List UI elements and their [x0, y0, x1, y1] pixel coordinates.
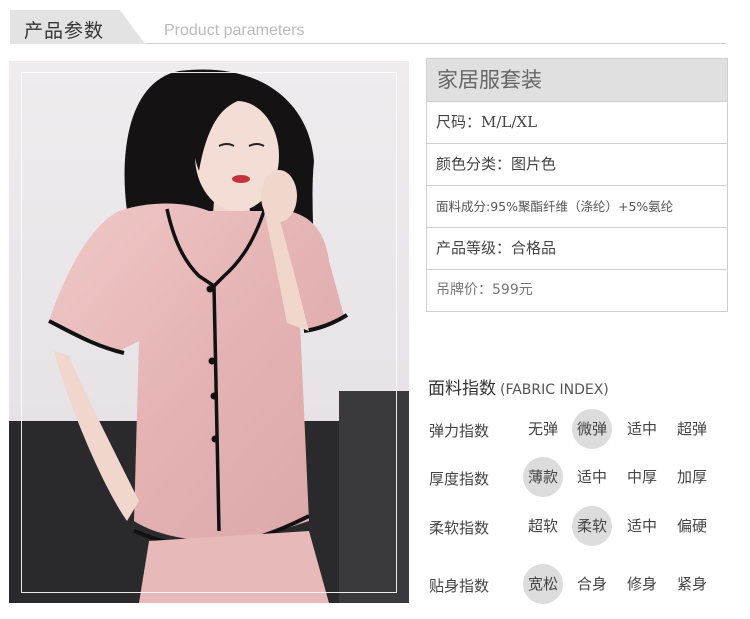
- thickness-option: 加厚: [676, 468, 707, 486]
- softness-label: 柔软指数: [429, 519, 490, 537]
- model-photo: [9, 61, 409, 603]
- softness-option: 适中: [626, 517, 657, 535]
- size-value: M/L/XL: [481, 113, 538, 131]
- softness-option: 偏硬: [676, 517, 707, 535]
- fit-option: 修身: [626, 575, 657, 593]
- section-title: 产品参数: [24, 20, 105, 42]
- thickness-label: 厚度指数: [429, 470, 490, 488]
- product-table: 家居服套装 尺码：M/L/XL 颜色分类：图片色 面料成分:95%聚酯纤维（涤纶…: [426, 58, 728, 312]
- fabric-index-title-cn: 面料指数: [428, 379, 496, 399]
- softness-option: 超软: [527, 517, 558, 535]
- softness-option-selected: 柔软: [572, 506, 612, 546]
- size-label: 尺码：: [436, 113, 482, 131]
- thickness-option: 中厚: [626, 468, 657, 486]
- material-row: 面料成分:95%聚酯纤维（涤纶）+5%氨纶: [427, 186, 727, 228]
- fit-option-selected: 宽松: [523, 564, 563, 604]
- section-subtitle: Product parameters: [164, 22, 305, 39]
- product-name: 家居服套装: [427, 59, 727, 102]
- grade-label: 产品等级：: [436, 239, 512, 257]
- color-value: 图片色: [511, 155, 557, 173]
- fit-option: 紧身: [676, 575, 707, 593]
- elasticity-option-selected: 微弹: [572, 409, 612, 449]
- elasticity-option: 超弹: [676, 420, 707, 438]
- price-row: 吊牌价：599元: [427, 270, 727, 312]
- price-value: 599元: [492, 282, 533, 298]
- color-label: 颜色分类：: [436, 155, 512, 173]
- elasticity-option: 适中: [626, 420, 657, 438]
- grade-value: 合格品: [511, 239, 557, 257]
- fabric-index-title-en: (FABRIC INDEX): [500, 382, 609, 398]
- fit-label: 贴身指数: [429, 577, 490, 595]
- material-value: 95%聚酯纤维（涤纶）+5%氨纶: [490, 199, 674, 214]
- thickness-option-selected: 薄款: [523, 457, 563, 497]
- fabric-index-title: 面料指数 (FABRIC INDEX): [428, 374, 609, 399]
- thickness-option: 适中: [576, 468, 607, 486]
- price-label: 吊牌价：: [436, 282, 492, 298]
- color-row: 颜色分类：图片色: [427, 144, 727, 186]
- fit-option: 合身: [576, 575, 607, 593]
- grade-row: 产品等级：合格品: [427, 228, 727, 270]
- elasticity-option: 无弹: [527, 420, 558, 438]
- material-label: 面料成分:: [436, 199, 491, 214]
- size-row: 尺码：M/L/XL: [427, 102, 727, 144]
- header-divider: [145, 43, 726, 44]
- elasticity-label: 弹力指数: [429, 422, 490, 440]
